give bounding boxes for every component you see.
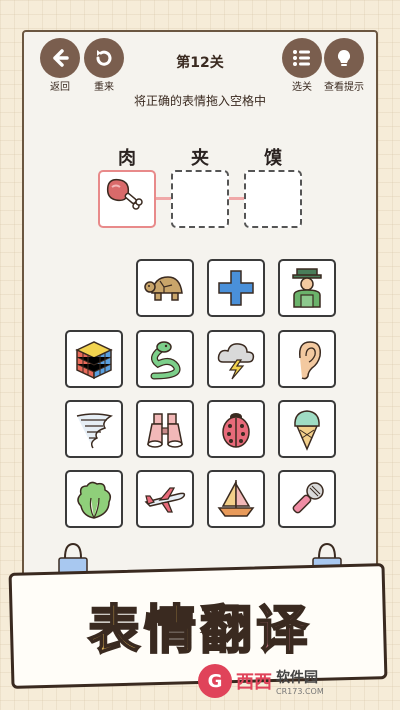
turtle-icon — [144, 276, 183, 301]
banner-char: 情 — [143, 600, 200, 662]
tile-ear[interactable] — [278, 330, 336, 388]
lettuce-icon — [77, 481, 112, 519]
snake-icon — [150, 341, 181, 380]
ladybug-icon — [222, 413, 250, 448]
tile-farmer[interactable] — [278, 259, 336, 317]
ear-icon — [298, 341, 322, 380]
banner-title: 表情翻译 — [0, 588, 400, 663]
microphone-icon — [292, 482, 324, 514]
tile-plus[interactable] — [207, 259, 265, 317]
hint-button[interactable] — [324, 38, 364, 78]
tile-ice-cream[interactable] — [278, 400, 336, 458]
watermark-title: 软件园 — [276, 669, 318, 686]
rubiks-cube-icon — [75, 341, 113, 380]
thunder-cloud-icon — [217, 343, 255, 380]
farmer-icon — [292, 268, 322, 308]
answer-char-3: 馍 — [264, 148, 282, 169]
instruction-text: 将正确的表情拖入空格中 — [133, 94, 266, 108]
banner-char: 表 — [87, 600, 144, 662]
tile-tornado[interactable] — [65, 400, 123, 458]
watermark-url: CR173.COM — [276, 686, 324, 696]
answer-slot-3[interactable] — [244, 170, 302, 228]
tile-lettuce[interactable] — [65, 470, 123, 528]
slot-connector — [229, 197, 244, 200]
tornado-icon — [76, 413, 113, 449]
list-icon — [293, 50, 310, 66]
answer-slot-1[interactable] — [98, 170, 156, 228]
answer-char-2: 夹 — [191, 148, 209, 169]
watermark-logo: G — [198, 664, 232, 698]
sailboat-icon — [217, 480, 255, 517]
binoculars-icon — [147, 413, 183, 448]
lightbulb-icon — [337, 49, 351, 66]
tile-thunder-cloud[interactable] — [207, 330, 265, 388]
airplane-icon — [144, 487, 186, 513]
select-level-button[interactable] — [282, 38, 322, 78]
tile-rubiks-cube[interactable] — [65, 330, 123, 388]
tile-airplane[interactable] — [136, 470, 194, 528]
tile-snake[interactable] — [136, 330, 194, 388]
tile-binoculars[interactable] — [136, 400, 194, 458]
tile-microphone[interactable] — [278, 470, 336, 528]
plus-icon — [218, 270, 254, 306]
tile-ladybug[interactable] — [207, 400, 265, 458]
watermark-name: 西西 — [236, 672, 272, 693]
slot-connector — [156, 197, 171, 200]
banner-char: 翻 — [199, 600, 257, 662]
answer-char-1: 肉 — [118, 148, 136, 169]
tile-sailboat[interactable] — [207, 470, 265, 528]
banner-char: 译 — [255, 600, 313, 662]
restart-label: 重来 — [94, 82, 114, 93]
tile-turtle[interactable] — [136, 259, 194, 317]
watermark: G 西西 软件园 CR173.COM — [198, 664, 378, 698]
meat-icon — [106, 178, 143, 210]
hint-label: 查看提示 — [324, 82, 364, 93]
ice-cream-icon — [294, 410, 320, 451]
answer-slot-2[interactable] — [171, 170, 229, 228]
